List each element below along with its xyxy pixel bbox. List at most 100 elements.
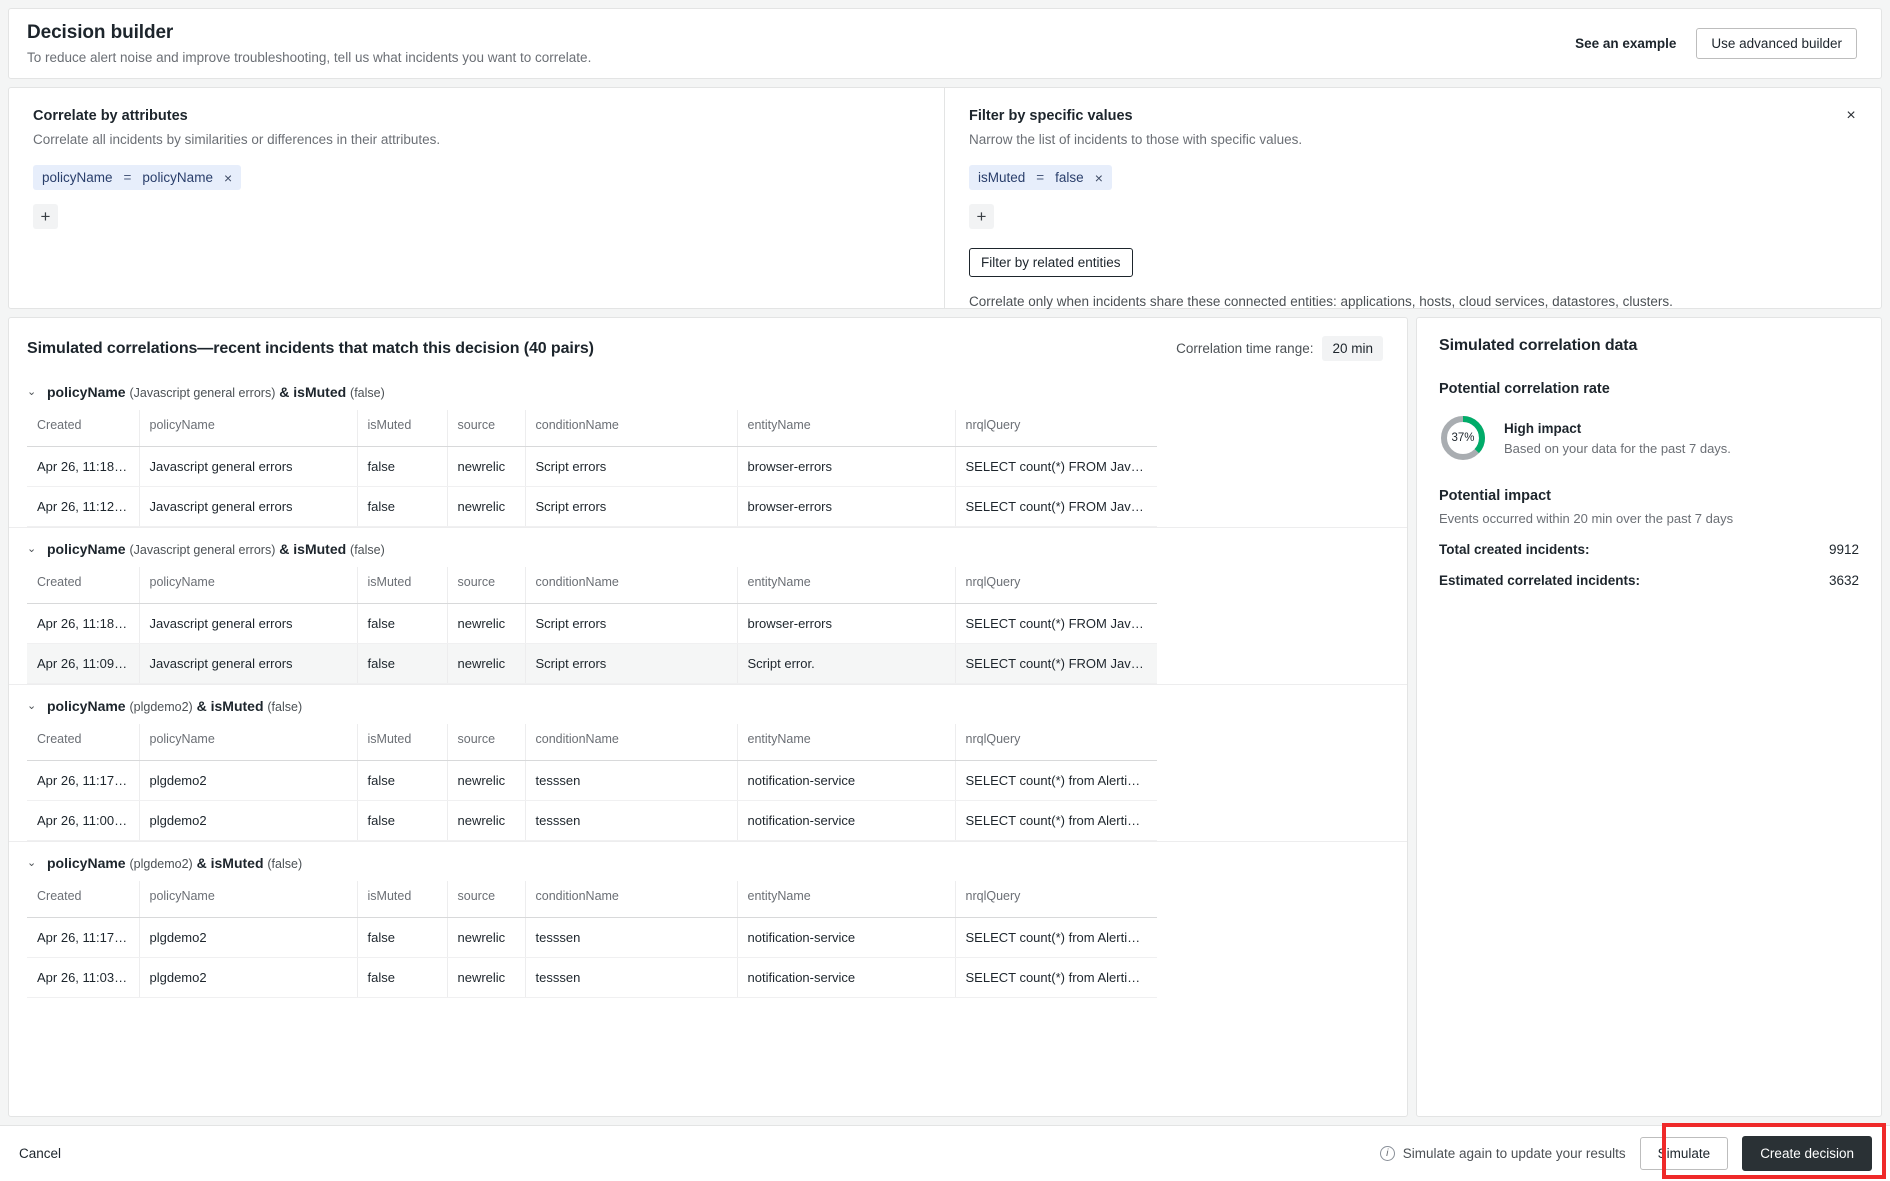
table-row[interactable]: Apr 26, 11:03pm plgdemo2 false newrelic tess… [27, 957, 1157, 998]
column-header[interactable]: policyName [139, 724, 358, 761]
correlation-group-header[interactable]: ⌄ policyName (plgdemo2) & isMuted (false) [9, 685, 1407, 724]
column-header[interactable]: nrqlQuery [955, 410, 1157, 447]
group-value-1: (plgdemo2) [129, 700, 193, 714]
close-icon[interactable]: × [1841, 106, 1861, 126]
column-header[interactable]: policyName [139, 567, 358, 604]
cell-entityName: browser-errors [737, 446, 956, 487]
column-header[interactable]: isMuted [357, 410, 448, 447]
simulate-again-text: Simulate again to update your results [1402, 1146, 1626, 1161]
cell-nrqlQuery: SELECT count(*) from AlertingNotificat..… [955, 760, 1157, 801]
add-attribute-plus-icon[interactable]: + [33, 204, 58, 229]
group-attr-1: policyName [47, 541, 126, 557]
cell-isMuted: false [357, 603, 448, 644]
table-row[interactable]: Apr 26, 11:18pm Javascript general errors… [27, 603, 1157, 644]
column-header[interactable]: entityName [737, 881, 956, 918]
cell-entityName: notification-service [737, 800, 956, 841]
column-header[interactable]: conditionName [525, 410, 738, 447]
column-header[interactable]: nrqlQuery [955, 881, 1157, 918]
filter-pane-description: Narrow the list of incidents to those wi… [969, 132, 1303, 147]
table-row[interactable]: Apr 26, 11:17pm plgdemo2 false newrelic tess… [27, 917, 1157, 958]
column-header[interactable]: conditionName [525, 724, 738, 761]
donut-percent-label: 37% [1451, 432, 1475, 444]
simulated-correlations-header: Simulated correlations—recent incidents … [9, 318, 1407, 371]
table-row[interactable]: Apr 26, 11:17pm plgdemo2 false newrelic tess… [27, 760, 1157, 801]
cell-nrqlQuery: SELECT count(*) from AlertingNotificat..… [955, 957, 1157, 998]
column-header[interactable]: nrqlQuery [955, 724, 1157, 761]
column-header[interactable]: entityName [737, 410, 956, 447]
cell-policyName: plgdemo2 [139, 917, 358, 958]
correlation-group-header[interactable]: ⌄ policyName (plgdemo2) & isMuted (false) [9, 842, 1407, 881]
correlation-group: ⌄ policyName (Javascript general errors) … [9, 527, 1407, 684]
cell-policyName: Javascript general errors [139, 643, 358, 684]
chevron-down-icon[interactable]: ⌄ [27, 857, 37, 869]
column-header[interactable]: Created [27, 410, 140, 447]
cell-nrqlQuery: SELECT count(*) FROM JavaScriptErro... [955, 446, 1157, 487]
column-header[interactable]: entityName [737, 567, 956, 604]
cell-conditionName: tesssen [525, 957, 738, 998]
chip-left-value: policyName [42, 170, 113, 185]
cell-policyName: Javascript general errors [139, 486, 358, 527]
correlate-pane-description: Correlate all incidents by similarities … [33, 132, 441, 147]
cell-nrqlQuery: SELECT count(*) FROM JavaScriptErro... [955, 486, 1157, 527]
table-row[interactable]: Apr 26, 11:12pm Javascript general errors… [27, 486, 1157, 527]
add-filter-plus-icon[interactable]: + [969, 204, 994, 229]
column-header[interactable]: Created [27, 724, 140, 761]
column-header[interactable]: policyName [139, 410, 358, 447]
chip-remove-icon[interactable]: × [1095, 171, 1103, 185]
column-header[interactable]: nrqlQuery [955, 567, 1157, 604]
column-header[interactable]: isMuted [357, 567, 448, 604]
column-header[interactable]: Created [27, 567, 140, 604]
simulate-button[interactable]: Simulate [1639, 1137, 1729, 1170]
table-header-row: Created policyName isMuted source conditionN… [27, 567, 1157, 604]
cell-created: Apr 26, 11:18pm [27, 603, 140, 644]
cell-conditionName: Script errors [525, 446, 738, 487]
group-attr-1: policyName [47, 855, 126, 871]
potential-impact-title: Potential impact [1439, 488, 1551, 504]
filter-value-chip[interactable]: isMuted = false × [969, 165, 1112, 190]
table-row[interactable]: Apr 26, 11:09pm Javascript general errors… [27, 643, 1157, 684]
column-header[interactable]: source [447, 724, 526, 761]
cell-conditionName: Script errors [525, 486, 738, 527]
simulated-correlations-card: Simulated correlations—recent incidents … [8, 317, 1408, 1117]
column-header[interactable]: conditionName [525, 881, 738, 918]
impact-metrics-list: Total created incidents: 9912 Estimated co… [1439, 542, 1859, 588]
impact-text-block: High impact Based on your data for the p… [1504, 421, 1731, 456]
cell-policyName: plgdemo2 [139, 760, 358, 801]
cell-entityName: notification-service [737, 957, 956, 998]
group-joiner: & isMuted [279, 384, 347, 400]
column-header[interactable]: source [447, 567, 526, 604]
cell-created: Apr 26, 11:17pm [27, 917, 140, 958]
chevron-down-icon[interactable]: ⌄ [27, 386, 37, 398]
cancel-button[interactable]: Cancel [19, 1146, 61, 1161]
cell-conditionName: tesssen [525, 760, 738, 801]
metric-value: 3632 [1828, 573, 1859, 588]
correlate-attribute-chip[interactable]: policyName = policyName × [33, 165, 242, 190]
table-row[interactable]: Apr 26, 11:18pm Javascript general errors… [27, 446, 1157, 487]
chevron-down-icon[interactable]: ⌄ [27, 700, 37, 712]
column-header[interactable]: entityName [737, 724, 956, 761]
use-advanced-builder-button[interactable]: Use advanced builder [1696, 28, 1857, 59]
chevron-down-icon[interactable]: ⌄ [27, 543, 37, 555]
column-header[interactable]: conditionName [525, 567, 738, 604]
chip-remove-icon[interactable]: × [224, 171, 232, 185]
column-header[interactable]: Created [27, 881, 140, 918]
create-decision-button[interactable]: Create decision [1742, 1136, 1872, 1171]
correlation-time-range-value[interactable]: 20 min [1322, 336, 1383, 361]
cell-source: newrelic [447, 486, 526, 527]
column-header[interactable]: source [447, 410, 526, 447]
column-header[interactable]: isMuted [357, 881, 448, 918]
table-row[interactable]: Apr 26, 11:00pm plgdemo2 false newrelic tess… [27, 800, 1157, 841]
column-header[interactable]: source [447, 881, 526, 918]
correlation-group-label: policyName (plgdemo2) & isMuted (false) [47, 698, 302, 714]
column-header[interactable]: isMuted [357, 724, 448, 761]
impact-metric-row: Total created incidents: 9912 [1439, 542, 1859, 557]
correlation-rate-donut-chart: 37% [1439, 414, 1487, 462]
correlation-group-header[interactable]: ⌄ policyName (Javascript general errors) … [9, 371, 1407, 410]
filter-by-related-entities-button[interactable]: Filter by related entities [969, 248, 1133, 277]
cell-isMuted: false [357, 800, 448, 841]
correlation-group-header[interactable]: ⌄ policyName (Javascript general errors) … [9, 528, 1407, 567]
cell-policyName: Javascript general errors [139, 603, 358, 644]
cell-nrqlQuery: SELECT count(*) from AlertingNotificat..… [955, 800, 1157, 841]
column-header[interactable]: policyName [139, 881, 358, 918]
see-an-example-link[interactable]: See an example [1575, 36, 1676, 51]
